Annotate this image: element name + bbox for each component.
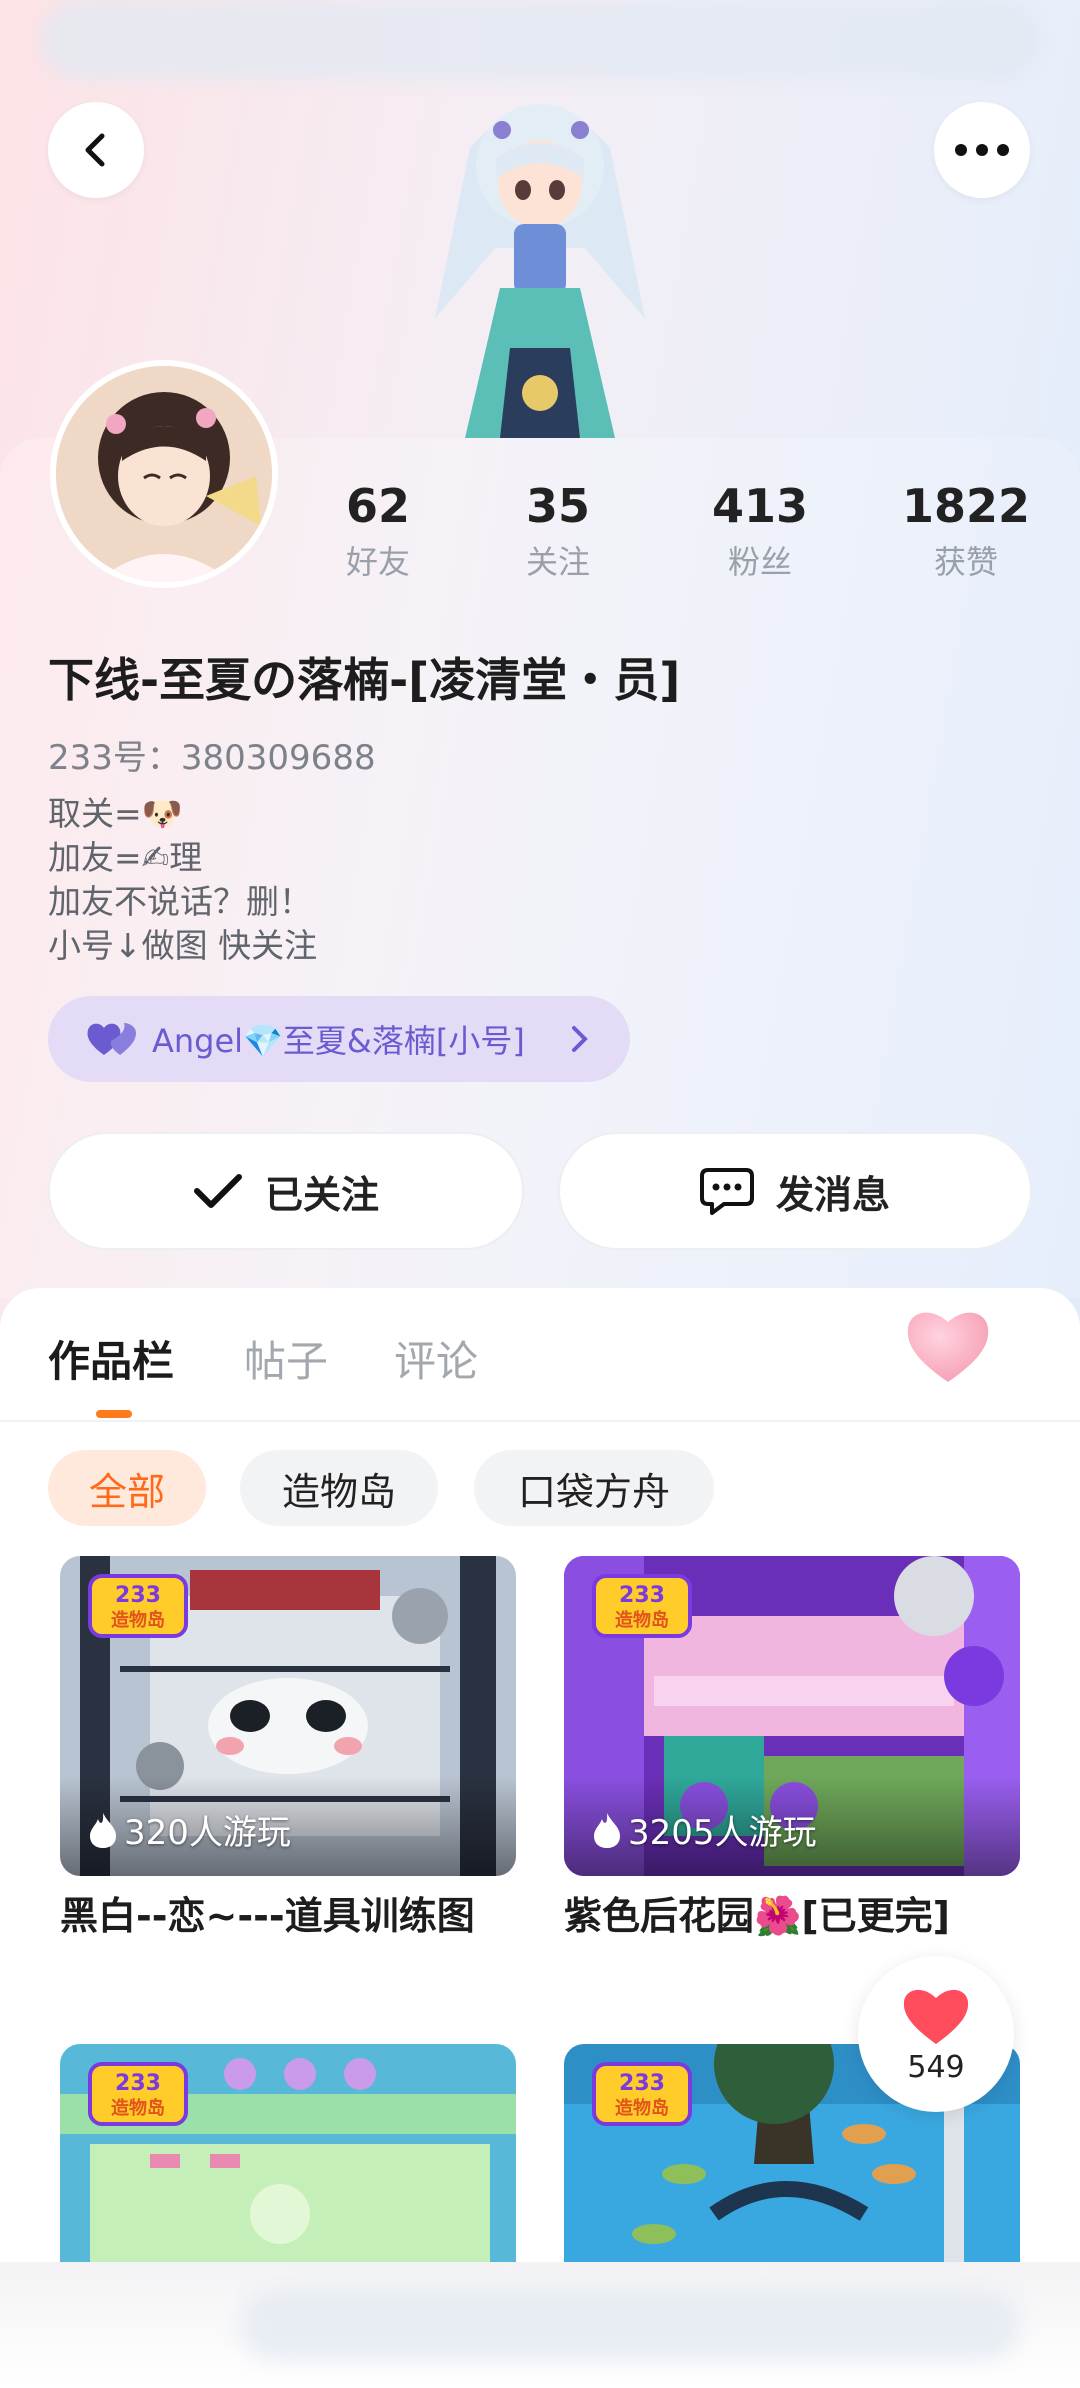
play-count-text: 320人游玩 <box>124 1813 291 1853</box>
play-count-text: 3205人游玩 <box>628 1813 817 1853</box>
chevron-left-icon <box>85 133 105 167</box>
svg-text:造物岛: 造物岛 <box>615 1609 669 1631</box>
bottom-bar-blur-highlight <box>240 2290 1020 2360</box>
svg-text:造物岛: 造物岛 <box>111 1609 165 1631</box>
bio-line: 加友不说话？删！ <box>48 882 312 921</box>
stat-label: 关注 <box>525 543 590 581</box>
heart-icon <box>903 1989 969 2044</box>
double-heart-icon <box>87 1023 136 1055</box>
play-count: 320人游玩 <box>88 1805 291 1854</box>
chat-bubble-icon <box>699 1168 754 1215</box>
creation-island-badge: 233 造物岛 <box>88 2062 188 2126</box>
tab-works[interactable]: 作品栏 <box>48 1328 174 1389</box>
work-card[interactable]: 233 造物岛 <box>60 2044 516 2264</box>
work-title: 紫色后花园🌺[已更完] <box>564 1894 951 1938</box>
filter-all[interactable]: 全部 <box>48 1450 206 1526</box>
creation-island-badge: 233 造物岛 <box>88 1574 188 1638</box>
followed-label: 已关注 <box>264 1172 379 1217</box>
stat-friends[interactable]: 62 好友 <box>288 478 468 584</box>
work-title: 黑白--恋~---道具训练图 <box>60 1894 475 1938</box>
heart-decoration-icon[interactable] <box>900 1296 996 1392</box>
stat-fans[interactable]: 413 粉丝 <box>670 478 850 584</box>
filter-pocket-ark[interactable]: 口袋方舟 <box>474 1450 714 1526</box>
status-bar-blur <box>40 0 1040 80</box>
stat-value: 413 <box>711 479 809 533</box>
check-icon <box>193 1174 242 1208</box>
alt-account-label: Angel💎至夏&落楠[小号] <box>152 1022 525 1060</box>
stat-label: 好友 <box>345 543 410 581</box>
tab-posts[interactable]: 帖子 <box>244 1328 328 1389</box>
like-button[interactable]: 549 <box>858 1956 1014 2112</box>
flame-icon <box>90 1812 116 1848</box>
followed-button[interactable]: 已关注 <box>48 1132 524 1250</box>
creation-island-badge: 233 造物岛 <box>592 1574 692 1638</box>
play-count: 3205人游玩 <box>592 1805 817 1854</box>
more-button[interactable] <box>934 102 1030 198</box>
tab-comments[interactable]: 评论 <box>394 1328 478 1389</box>
tab-active-indicator <box>96 1410 132 1418</box>
flame-icon <box>594 1812 620 1848</box>
stat-value: 35 <box>525 479 590 533</box>
bio-line: 小号↓做图 快关注 <box>48 926 318 965</box>
stat-value: 62 <box>345 479 410 533</box>
stat-label: 获赞 <box>933 543 998 581</box>
bio: 取关=🐶 加友=✍理 加友不说话？删！ 小号↓做图 快关注 <box>48 792 317 968</box>
stat-likes[interactable]: 1822 获赞 <box>876 478 1056 584</box>
chevron-right-icon <box>572 1026 588 1052</box>
work-card[interactable]: 233 造物岛 3205人游玩 紫色后花园🌺[已更完] <box>564 1556 1020 1940</box>
message-label: 发消息 <box>775 1172 890 1217</box>
creation-island-badge: 233 造物岛 <box>592 2062 692 2126</box>
stat-following[interactable]: 35 关注 <box>468 478 648 584</box>
like-count: 549 <box>907 2049 965 2085</box>
svg-text:233: 233 <box>115 1583 161 1608</box>
svg-text:造物岛: 造物岛 <box>615 2097 669 2119</box>
work-thumbnail: 233 造物岛 3205人游玩 <box>564 1556 1020 1876</box>
divider <box>0 1420 1080 1422</box>
work-card[interactable]: 233 造物岛 320人游玩 黑白--恋~---道具训练图 <box>60 1556 516 1940</box>
work-thumbnail: 233 造物岛 <box>60 2044 516 2264</box>
svg-text:233: 233 <box>619 1583 665 1608</box>
work-thumbnail: 233 造物岛 320人游玩 <box>60 1556 516 1876</box>
svg-text:233: 233 <box>619 2071 665 2096</box>
bio-line: 取关=🐶 <box>48 794 183 833</box>
svg-text:233: 233 <box>115 2071 161 2096</box>
stat-value: 1822 <box>901 479 1031 533</box>
user-id[interactable]: 233号：380309688 <box>48 730 376 779</box>
avatar-character <box>435 104 645 438</box>
back-button[interactable] <box>48 102 144 198</box>
profile-name: 下线-至夏の落楠-[凌清堂・员] <box>48 653 681 707</box>
message-button[interactable]: 发消息 <box>558 1132 1032 1250</box>
bio-line: 加友=✍理 <box>48 838 203 877</box>
stat-label: 粉丝 <box>727 543 792 581</box>
alt-account-link[interactable]: Angel💎至夏&落楠[小号] <box>48 996 630 1082</box>
filter-creation-island[interactable]: 造物岛 <box>240 1450 438 1526</box>
more-dots-icon <box>955 144 1009 156</box>
svg-text:造物岛: 造物岛 <box>111 2097 165 2119</box>
